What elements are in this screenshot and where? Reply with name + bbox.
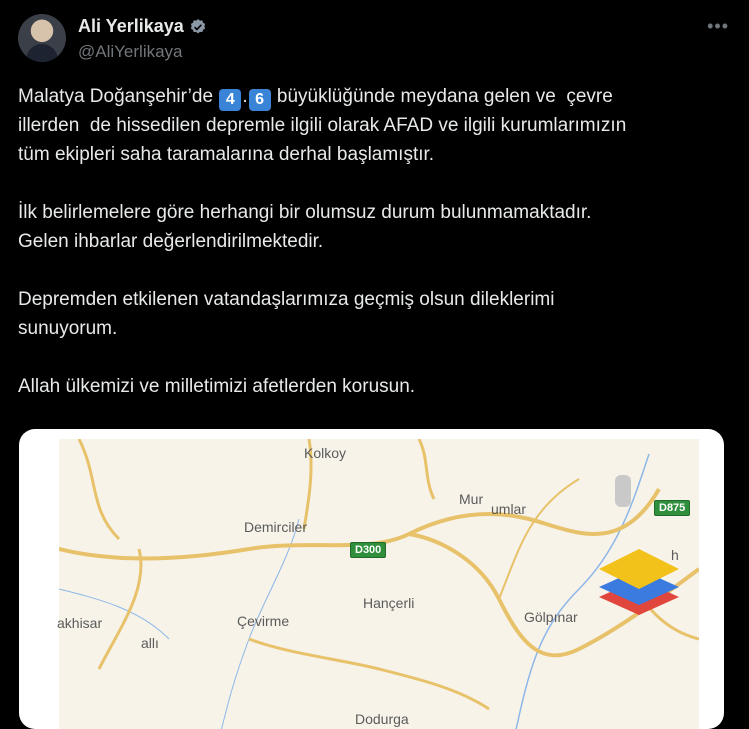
place-h: h xyxy=(671,547,679,563)
keycap-digit-4: 4 xyxy=(219,89,242,111)
place-umlar: umlar xyxy=(491,501,527,517)
road-badge-d300: D300 xyxy=(350,542,387,558)
map-image-card[interactable]: Kolkoy Mur umlar Demirciler akhisar allı… xyxy=(19,429,724,729)
tweet-text-p3: Depremden etkilenen vatandaşlarımıza geç… xyxy=(18,289,555,339)
verified-badge-icon xyxy=(190,18,205,33)
place-hancerli: Hançerli xyxy=(363,595,415,611)
tweet-text: Malatya Doğanşehir’de 4.6 büyüklüğünde m… xyxy=(18,82,730,401)
place-alli: allı xyxy=(141,635,159,651)
avatar[interactable] xyxy=(18,14,66,62)
author-name[interactable]: Ali Yerlikaya xyxy=(78,16,184,37)
tweet-text-dot: . xyxy=(242,86,248,107)
place-cevirme: Çevirme xyxy=(237,613,290,629)
tweet-header: Ali Yerlikaya @AliYerlikaya ••• xyxy=(18,14,731,66)
road-badge-d875: D875 xyxy=(654,500,691,516)
map-roads xyxy=(59,439,699,729)
place-bottom: Dodurga xyxy=(355,711,409,727)
place-demirciler: Demirciler xyxy=(244,519,307,535)
place-kolkoy: Kolkoy xyxy=(304,445,347,461)
layers-icon[interactable] xyxy=(599,549,679,615)
map-canvas: Kolkoy Mur umlar Demirciler akhisar allı… xyxy=(57,439,699,729)
tweet-text-p4: Allah ülkemizi ve milletimizi afetlerden… xyxy=(18,376,416,397)
more-options-icon[interactable]: ••• xyxy=(707,16,729,37)
tweet-text-p2: İlk belirlemelere göre herhangi bir olum… xyxy=(18,202,592,252)
tweet-text-p1-start: Malatya Doğanşehir’de xyxy=(18,86,219,107)
map-scroll-handle[interactable] xyxy=(615,475,631,507)
keycap-digit-6: 6 xyxy=(248,89,271,111)
author-name-row: Ali Yerlikaya xyxy=(78,16,207,37)
place-golpinar: Gölpınar xyxy=(524,609,578,625)
place-mur: Mur xyxy=(459,491,484,507)
place-akhisar: akhisar xyxy=(57,615,103,631)
author-handle[interactable]: @AliYerlikaya xyxy=(78,42,183,62)
